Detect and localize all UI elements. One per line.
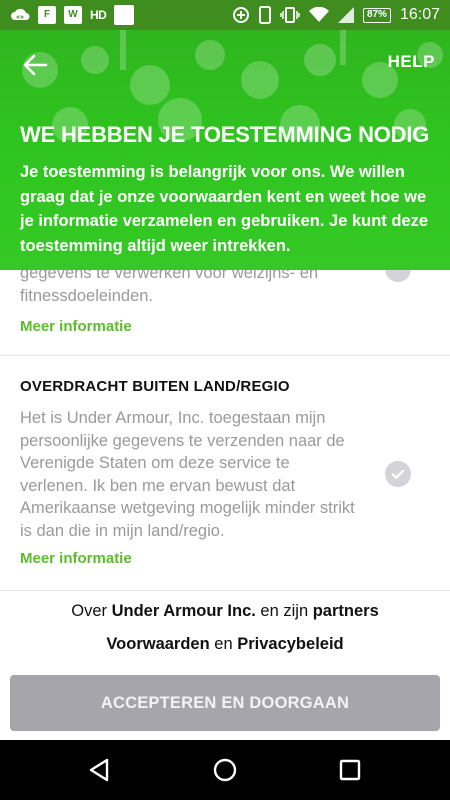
terms-line: Voorwaarden en Privacybeleid: [0, 635, 450, 654]
hd-icon: HD: [90, 8, 107, 22]
back-button[interactable]: [20, 50, 50, 80]
about-prefix: Over: [71, 602, 112, 620]
back-triangle-icon: [89, 758, 109, 782]
terms-mid: en: [209, 635, 238, 653]
data-saver-icon: [232, 6, 250, 24]
more-info-link[interactable]: Meer informatie: [20, 550, 132, 567]
help-button[interactable]: HELP: [388, 52, 435, 72]
terms-link[interactable]: Voorwaarden: [106, 635, 209, 653]
under-armour-link[interactable]: Under Armour Inc.: [112, 602, 256, 620]
blank-square-icon: [114, 5, 135, 25]
nav-home-button[interactable]: [210, 755, 240, 785]
consent-header: HELP WE HEBBEN JE TOESTEMMING NODIG Je t…: [0, 30, 450, 270]
vibrate-icon: [280, 6, 300, 24]
battery-icon: 87%: [362, 7, 391, 23]
more-info-link[interactable]: Meer informatie: [20, 318, 132, 335]
system-icons: 87% 16:07: [232, 6, 440, 24]
nav-recents-button[interactable]: [335, 755, 365, 785]
svg-text:«»: «»: [16, 14, 24, 21]
partners-link[interactable]: partners: [313, 602, 379, 620]
about-line: Over Under Armour Inc. en zijn partners: [0, 602, 450, 621]
consent-text: gegevens te verwerken voor welzijns- en …: [20, 270, 319, 305]
consent-item-transfer: OVERDRACHT BUITEN LAND/REGIO Het is Unde…: [0, 356, 450, 590]
checkmark-icon: [391, 469, 405, 479]
facebook-icon: F: [38, 6, 56, 24]
wordpress-icon: W: [64, 6, 82, 24]
nav-back-button[interactable]: [85, 755, 115, 785]
consent-check-toggle[interactable]: [385, 461, 411, 487]
home-circle-icon: [213, 758, 237, 782]
consent-title: OVERDRACHT BUITEN LAND/REGIO: [20, 378, 290, 395]
consent-item-fitness: gegevens te verwerken voor welzijns- en …: [0, 270, 450, 356]
navigation-bar: [0, 740, 450, 800]
signal-icon: [337, 7, 354, 23]
consent-text: Het is Under Armour, Inc. toegestaan mij…: [20, 409, 355, 540]
cloud-notify-icon: «»: [10, 7, 30, 23]
recents-square-icon: [339, 759, 361, 781]
header-description: Je toestemming is belangrijk voor ons. W…: [20, 163, 429, 255]
about-mid: en zijn: [255, 602, 313, 620]
consent-check-toggle[interactable]: [385, 270, 411, 282]
wifi-icon: [308, 7, 329, 23]
consent-list[interactable]: gegevens te verwerken voor welzijns- en …: [0, 270, 450, 590]
accept-continue-button[interactable]: ACCEPTEREN EN DOORGAAN: [10, 675, 440, 731]
privacy-link[interactable]: Privacybeleid: [237, 635, 343, 653]
clock: 16:07: [399, 6, 440, 23]
page-title: WE HEBBEN JE TOESTEMMING NODIG: [20, 122, 430, 147]
phone-icon: [258, 6, 271, 24]
footer: Over Under Armour Inc. en zijn partners …: [0, 590, 450, 740]
arrow-left-icon: [23, 54, 48, 76]
status-bar: «» F W HD 87% 16:07: [0, 0, 450, 30]
notification-icons: «» F W HD: [10, 5, 135, 25]
